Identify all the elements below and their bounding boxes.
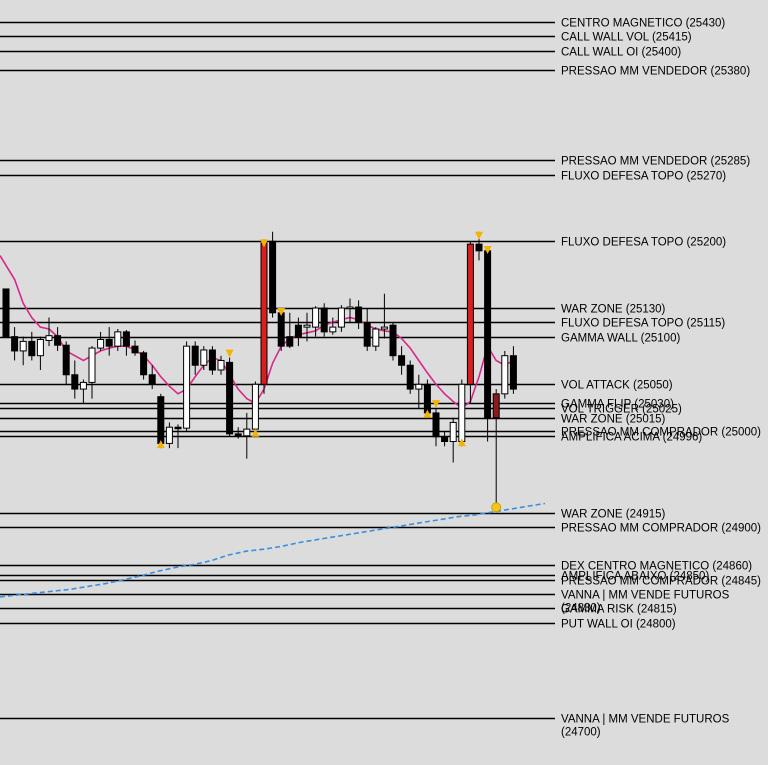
candle-body [484,250,492,419]
candle-body [183,345,191,429]
candle-body [441,436,449,443]
level-label: WAR ZONE (24915) [561,509,666,521]
candle-body [71,374,79,390]
level-label: FLUXO DEFESA TOPO (25115) [561,318,725,330]
level-label: VOL ATTACK (25050) [561,380,673,392]
candle-body [372,328,380,347]
level-label-line: VANNA | MM VENDE FUTUROS [561,714,730,726]
candle-body [122,331,130,347]
candle-body [226,361,234,435]
candle-body [363,321,371,347]
level-label: PUT WALL OI (24800) [561,619,676,631]
candle-body [36,338,44,357]
candle-body [200,349,208,366]
candle-body [243,428,251,437]
candle-body [2,288,10,338]
candle-body [88,347,96,383]
level-label: AMPLIFICA ACIMA (24996) [561,432,702,444]
candle-body [466,243,474,385]
level-label: CALL WALL OI (25400) [561,47,681,59]
level-label: PRESSAO MM VENDEDOR (25285) [561,156,750,168]
candle-body [329,326,337,333]
candle-body [449,421,457,443]
candle-body [475,243,483,252]
candle-body [389,324,397,357]
candle-body [294,324,302,338]
candle-body [140,352,148,376]
candle-body [492,393,500,419]
marker-dot [491,502,502,513]
candle-body [79,381,87,390]
candle-body [208,349,216,371]
level-label-line: (24700) [561,727,601,739]
candle-body [62,344,70,376]
candle-body [509,355,517,390]
level-label: PRESSAO MM VENDEDOR (25380) [561,66,750,78]
candle-body [320,307,328,333]
level-label: GAMMA WALL (25100) [561,333,680,345]
level-label: PRESSAO MM COMPRADOR (24900) [561,523,761,535]
candle-body [398,355,406,366]
candle-body [234,433,242,437]
level-label: FLUXO DEFESA TOPO (25200) [561,237,726,249]
candle-body [501,355,509,395]
level-label-line: VANNA | MM VENDE FUTUROS [561,590,730,602]
candle-body [54,335,62,346]
candle-body [312,307,320,328]
candle-body [191,345,199,366]
candle-body [97,338,105,349]
candle-body [165,426,173,444]
candle-body [355,306,363,323]
candle-body [458,383,466,443]
candle-body [251,383,259,430]
candle-body [174,426,182,430]
level-label: CENTRO MAGNETICO (25430) [561,18,725,30]
candle-body [346,306,354,310]
candle-body [114,331,122,347]
candle-body [337,307,345,328]
candle-body [432,412,440,438]
level-label: PRESSAO MM COMPRADOR (24845) [561,576,761,588]
chart-root: CENTRO MAGNETICO (25430) CALL WALL VOL (2… [0,0,768,765]
candle-body [28,340,36,357]
candle-body [423,383,431,414]
level-label: GAMMA RISK (24815) [561,604,677,616]
candle-body [148,374,156,385]
candle-body [380,326,388,330]
candle-body [260,242,268,385]
candle-body [303,324,311,328]
level-label: WAR ZONE (25130) [561,304,666,316]
candle-body [415,383,423,390]
candle-body [45,335,53,341]
candle-body [11,336,19,352]
candle-body [406,364,414,390]
candle-body [131,345,139,354]
level-label: CALL WALL VOL (25415) [561,32,692,44]
level-label: WAR ZONE (25015) [561,414,666,426]
candle-body [105,338,113,347]
candle-body [19,340,27,352]
candle-body [217,359,225,371]
candle-body [286,336,294,347]
candlestick-chart[interactable]: CENTRO MAGNETICO (25430) CALL WALL VOL (2… [0,0,768,765]
candle-body [269,240,277,314]
candle-body [157,396,165,444]
candle-body [277,312,285,347]
level-label: FLUXO DEFESA TOPO (25270) [561,171,726,183]
